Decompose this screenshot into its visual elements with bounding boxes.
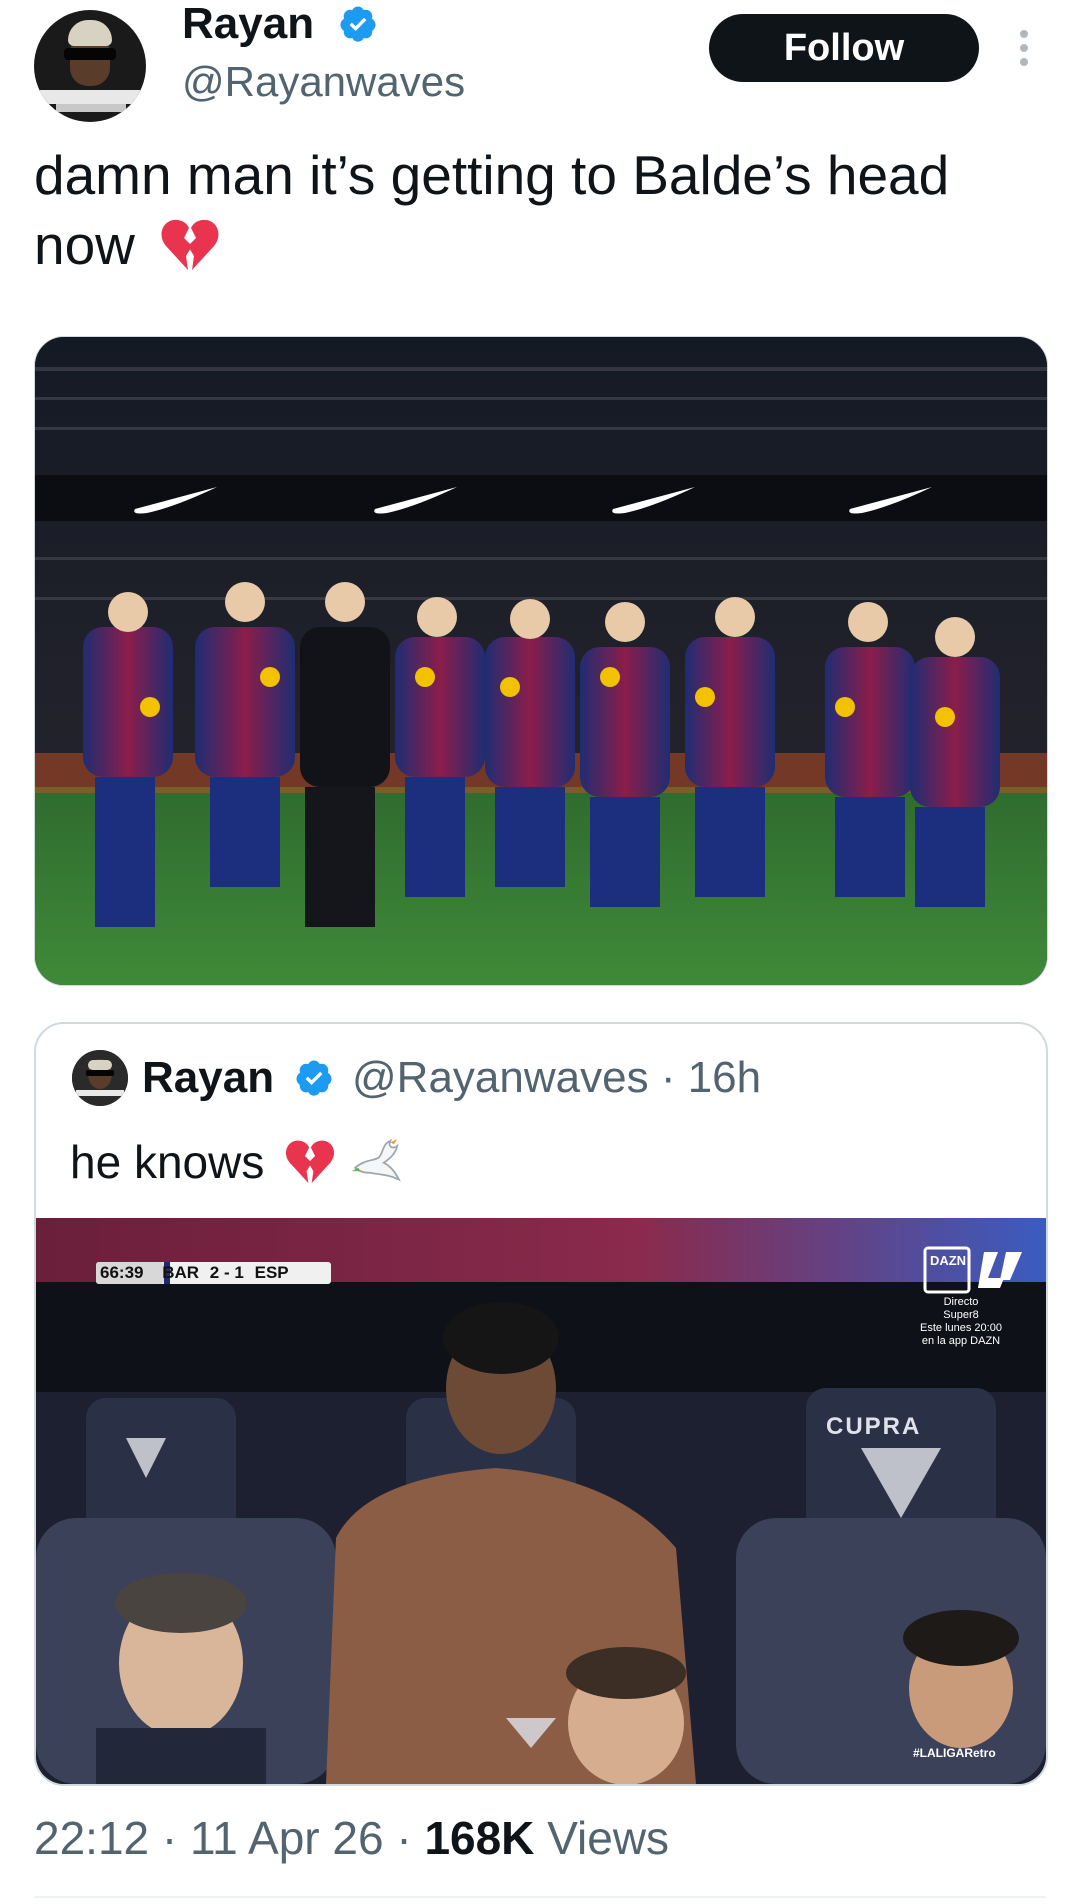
broadcast-line-1: Directo [943, 1296, 979, 1308]
more-options-icon[interactable] [1012, 26, 1036, 70]
avatar-hair [68, 20, 112, 46]
scoreboard-clock: 66:39 [100, 1263, 144, 1282]
follow-button[interactable]: Follow [709, 14, 979, 82]
scoreboard-dash: - [224, 1263, 230, 1282]
broadcast-line-2: Super8 [943, 1309, 979, 1321]
broadcast-info: Directo Super8 Este lunes 20:00 en la ap… [891, 1296, 1031, 1348]
scoreboard-away: ESP [254, 1263, 289, 1282]
tweet-date[interactable]: 11 Apr 26 [190, 1812, 384, 1864]
avatar-banner-2 [56, 104, 126, 112]
scoreboard-home-score: 2 [209, 1263, 220, 1282]
tweet-text: damn man it’s getting to Balde’s head no… [34, 140, 1034, 280]
quoted-video-frame[interactable]: 66:39 BAR 2 - 1 ESP DAZN Directo Super8 … [36, 1218, 1046, 1784]
laliga-logo-icon [978, 1252, 1022, 1288]
quoted-tweet-card[interactable]: Rayan @Rayanwaves · 16h he knows 66:39 B… [34, 1022, 1048, 1786]
avatar-sunglasses [64, 48, 116, 60]
team-celebration-image [35, 337, 1047, 985]
scoreboard: 66:39 BAR 2 - 1 ESP [100, 1262, 289, 1284]
quoted-separator: · [660, 1053, 676, 1102]
seat-brand-label: CUPRA [826, 1413, 922, 1440]
views-count: 168K [424, 1812, 535, 1864]
avatar-banner [40, 90, 140, 104]
tweet-meta: 22:12 · 11 Apr 26 · 168K Views [34, 1808, 669, 1868]
quoted-timestamp: 16h [687, 1053, 762, 1102]
verified-badge-icon [340, 6, 376, 42]
meta-separator-2: · [396, 1812, 412, 1864]
quoted-author-avatar [72, 1050, 128, 1106]
quoted-author-name: Rayan [142, 1053, 275, 1102]
broken-heart-icon [161, 219, 219, 270]
players-group [83, 582, 1000, 927]
views-label: Views [547, 1812, 670, 1864]
author-avatar[interactable] [34, 10, 146, 122]
broken-heart-icon [286, 1140, 335, 1183]
scoreboard-home: BAR [162, 1263, 200, 1282]
quoted-tweet-text: he knows [70, 1132, 404, 1192]
quoted-text-content: he knows [70, 1136, 265, 1188]
broadcast-line-4: en la app DAZN [921, 1335, 1001, 1347]
quoted-handle-time: @Rayanwaves · 16h [352, 1052, 761, 1104]
dove-icon [351, 1139, 401, 1182]
quoted-verified-badge-icon [296, 1060, 332, 1096]
author-handle[interactable]: @Rayanwaves [182, 56, 465, 108]
author-name[interactable]: Rayan [182, 0, 314, 50]
broadcast-line-3: Este lunes 20:00 [920, 1322, 1002, 1334]
scoreboard-away-score: 1 [234, 1263, 244, 1282]
laliga-watermark: #LALIGARetro [913, 1746, 996, 1760]
quoted-author-handle: @Rayanwaves [352, 1053, 649, 1102]
tweet-photo[interactable] [34, 336, 1048, 986]
meta-separator: · [161, 1812, 178, 1864]
dazn-logo: DAZN [929, 1253, 967, 1268]
divider [34, 1896, 1046, 1898]
tweet-time[interactable]: 22:12 [34, 1812, 149, 1864]
